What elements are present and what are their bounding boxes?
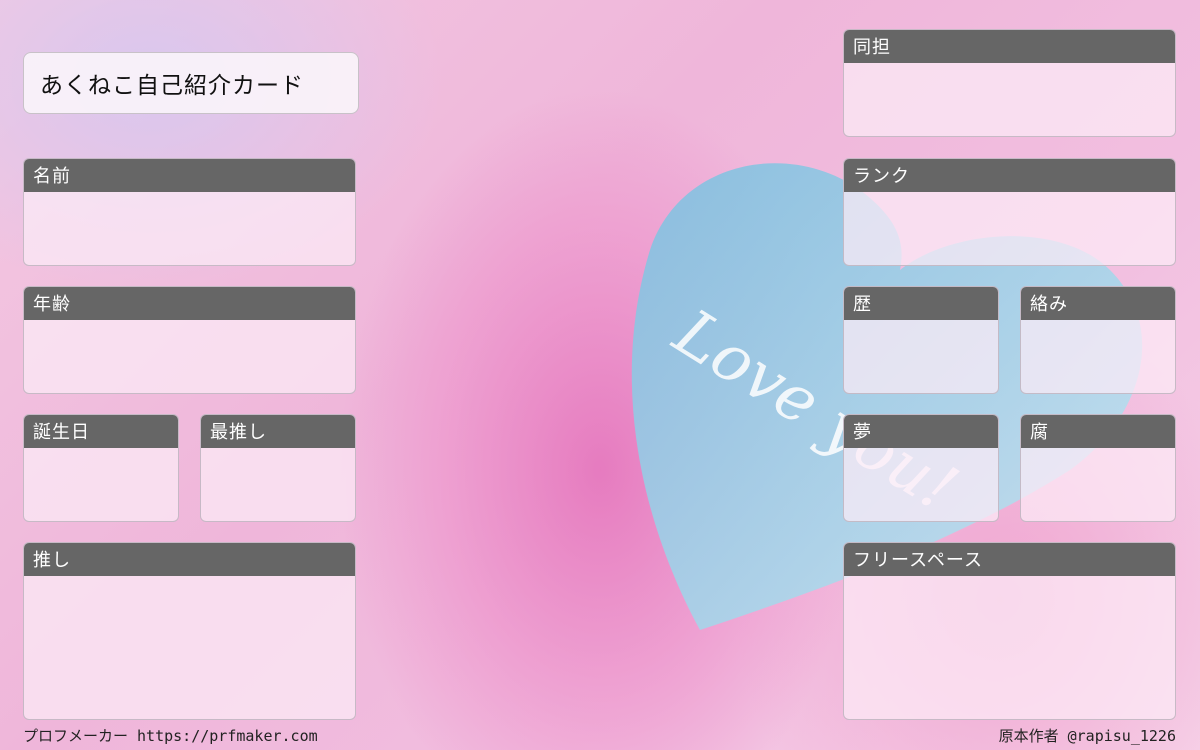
birthday-card-header: 誕生日 <box>24 415 178 448</box>
doutan-card[interactable]: 同担 <box>843 29 1176 137</box>
footer-maker-credit: プロフメーカー https://prfmaker.com <box>23 727 318 745</box>
name-card[interactable]: 名前 <box>23 158 356 266</box>
page-title: あくねこ自己紹介カード <box>23 52 359 114</box>
rank-card[interactable]: ランク <box>843 158 1176 266</box>
history-card[interactable]: 歴 <box>843 286 999 394</box>
name-card-header: 名前 <box>24 159 355 192</box>
rank-card-header: ランク <box>844 159 1175 192</box>
yume-card-header: 夢 <box>844 415 998 448</box>
fu-card[interactable]: 腐 <box>1020 414 1176 522</box>
karami-card[interactable]: 絡み <box>1020 286 1176 394</box>
yume-card[interactable]: 夢 <box>843 414 999 522</box>
karami-card-header: 絡み <box>1021 287 1175 320</box>
oshi-card-header: 推し <box>24 543 355 576</box>
birthday-card[interactable]: 誕生日 <box>23 414 179 522</box>
free-space-card[interactable]: フリースペース <box>843 542 1176 720</box>
footer-author-credit: 原本作者 @rapisu_1226 <box>998 727 1176 745</box>
doutan-card-header: 同担 <box>844 30 1175 63</box>
favorite-card-header: 最推し <box>201 415 355 448</box>
age-card[interactable]: 年齢 <box>23 286 356 394</box>
age-card-header: 年齢 <box>24 287 355 320</box>
history-card-header: 歴 <box>844 287 998 320</box>
fu-card-header: 腐 <box>1021 415 1175 448</box>
favorite-card[interactable]: 最推し <box>200 414 356 522</box>
oshi-card[interactable]: 推し <box>23 542 356 720</box>
free-space-card-header: フリースペース <box>844 543 1175 576</box>
